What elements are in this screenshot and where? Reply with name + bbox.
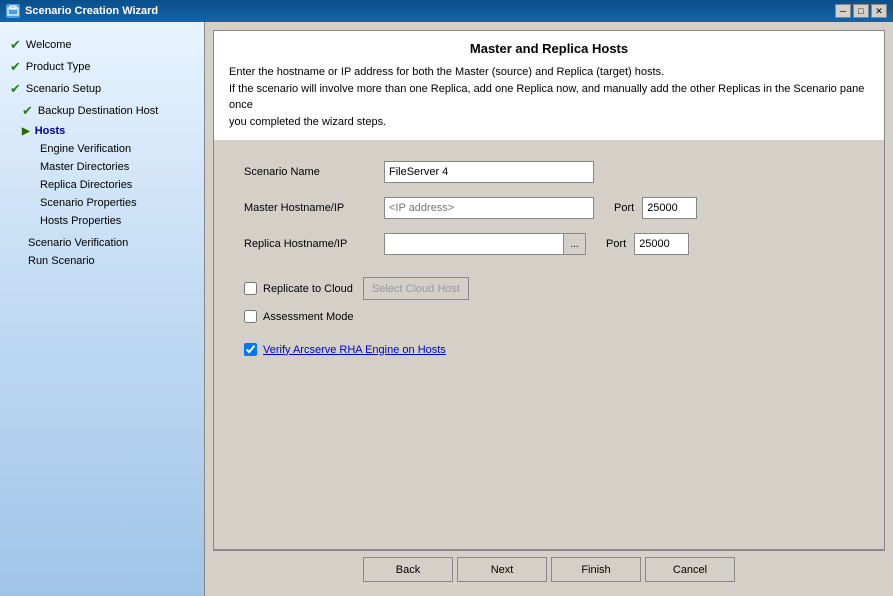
sidebar-label-run-scenario: Run Scenario	[28, 255, 95, 267]
scenario-name-label: Scenario Name	[244, 166, 384, 178]
window-controls: ─ □ ✕	[835, 4, 887, 18]
sidebar-item-run-scenario[interactable]: Run Scenario	[0, 252, 204, 270]
back-button[interactable]: Back	[363, 557, 453, 582]
replica-host-input[interactable]	[384, 233, 564, 255]
bottom-bar: Back Next Finish Cancel	[213, 550, 885, 588]
sidebar-item-product-type[interactable]: ✔ Product Type	[0, 56, 204, 78]
close-button[interactable]: ✕	[871, 4, 887, 18]
sidebar-item-hosts[interactable]: ▶ Hosts	[0, 122, 204, 140]
sidebar-label-product-type: Product Type	[26, 61, 91, 73]
browse-button[interactable]: ...	[564, 233, 586, 255]
select-cloud-host-button[interactable]: Select Cloud Host	[363, 277, 469, 300]
desc-line1: Enter the hostname or IP address for bot…	[229, 66, 664, 78]
next-button[interactable]: Next	[457, 557, 547, 582]
replica-port-label: Port	[606, 238, 626, 250]
master-port-input[interactable]	[642, 197, 697, 219]
window-icon	[6, 4, 20, 18]
sidebar-label-welcome: Welcome	[26, 39, 72, 51]
sidebar-item-engine-verification[interactable]: Engine Verification	[0, 140, 204, 158]
replicate-cloud-checkbox[interactable]	[244, 282, 257, 295]
window-body: ✔ Welcome ✔ Product Type ✔ Scenario Setu…	[0, 22, 893, 596]
finish-button[interactable]: Finish	[551, 557, 641, 582]
sidebar-label-scenario-setup: Scenario Setup	[26, 83, 101, 95]
sidebar-item-scenario-verification[interactable]: Scenario Verification	[0, 234, 204, 252]
verify-engine-label[interactable]: Verify Arcserve RHA Engine on Hosts	[263, 344, 446, 356]
master-host-label: Master Hostname/IP	[244, 202, 384, 214]
panel-title: Master and Replica Hosts	[229, 41, 869, 56]
sidebar-item-scenario-properties[interactable]: Scenario Properties	[0, 194, 204, 212]
sidebar-label-backup-destination: Backup Destination Host	[38, 105, 158, 117]
check-icon-scenario-setup: ✔	[10, 81, 21, 97]
sidebar-label-hosts-properties: Hosts Properties	[40, 215, 121, 227]
sidebar-label-hosts: Hosts	[35, 125, 66, 137]
sidebar-label-replica-directories: Replica Directories	[40, 179, 132, 191]
sidebar: ✔ Welcome ✔ Product Type ✔ Scenario Setu…	[0, 22, 205, 596]
master-port-group: Port	[614, 197, 697, 219]
replicate-cloud-row: Replicate to Cloud Select Cloud Host	[244, 277, 854, 300]
restore-button[interactable]: □	[853, 4, 869, 18]
sidebar-section: ✔ Welcome ✔ Product Type ✔ Scenario Setu…	[0, 34, 204, 270]
sidebar-label-scenario-verification: Scenario Verification	[28, 237, 128, 249]
sidebar-item-scenario-setup[interactable]: ✔ Scenario Setup	[0, 78, 204, 100]
verify-engine-checkbox[interactable]	[244, 343, 257, 356]
check-icon-product: ✔	[10, 59, 21, 75]
minimize-button[interactable]: ─	[835, 4, 851, 18]
panel-description: Enter the hostname or IP address for bot…	[229, 64, 869, 130]
verify-engine-row: Verify Arcserve RHA Engine on Hosts	[244, 343, 854, 356]
sidebar-label-engine-verification: Engine Verification	[40, 143, 131, 155]
arrow-icon-hosts: ▶	[22, 126, 30, 137]
replica-port-input[interactable]	[634, 233, 689, 255]
replicate-cloud-label: Replicate to Cloud	[263, 283, 353, 295]
sidebar-item-backup-destination[interactable]: ✔ Backup Destination Host	[0, 100, 204, 122]
sidebar-item-master-directories[interactable]: Master Directories	[0, 158, 204, 176]
cancel-button[interactable]: Cancel	[645, 557, 735, 582]
assessment-mode-checkbox[interactable]	[244, 310, 257, 323]
assessment-mode-label: Assessment Mode	[263, 311, 353, 323]
scenario-name-input[interactable]	[384, 161, 594, 183]
desc-line2: If the scenario will involve more than o…	[229, 83, 864, 112]
assessment-mode-row: Assessment Mode	[244, 310, 854, 323]
main-panel: Master and Replica Hosts Enter the hostn…	[213, 30, 885, 550]
content-area: Master and Replica Hosts Enter the hostn…	[205, 22, 893, 596]
sidebar-item-welcome[interactable]: ✔ Welcome	[0, 34, 204, 56]
sidebar-label-scenario-properties: Scenario Properties	[40, 197, 137, 209]
sidebar-label-master-directories: Master Directories	[40, 161, 129, 173]
panel-body: Scenario Name Master Hostname/IP Port Re…	[214, 141, 884, 549]
desc-line3: you completed the wizard steps.	[229, 116, 386, 128]
window-title: Scenario Creation Wizard	[25, 5, 158, 17]
check-icon: ✔	[10, 37, 21, 53]
sidebar-item-replica-directories[interactable]: Replica Directories	[0, 176, 204, 194]
sidebar-item-hosts-properties[interactable]: Hosts Properties	[0, 212, 204, 230]
master-port-label: Port	[614, 202, 634, 214]
replica-host-row: Replica Hostname/IP ... Port	[244, 233, 854, 255]
scenario-name-row: Scenario Name	[244, 161, 854, 183]
master-host-input[interactable]	[384, 197, 594, 219]
title-bar: Scenario Creation Wizard ─ □ ✕	[0, 0, 893, 22]
replica-port-group: Port	[606, 233, 689, 255]
master-host-row: Master Hostname/IP Port	[244, 197, 854, 219]
replica-host-label: Replica Hostname/IP	[244, 238, 384, 250]
panel-header: Master and Replica Hosts Enter the hostn…	[214, 31, 884, 141]
check-icon-backup: ✔	[22, 103, 33, 119]
